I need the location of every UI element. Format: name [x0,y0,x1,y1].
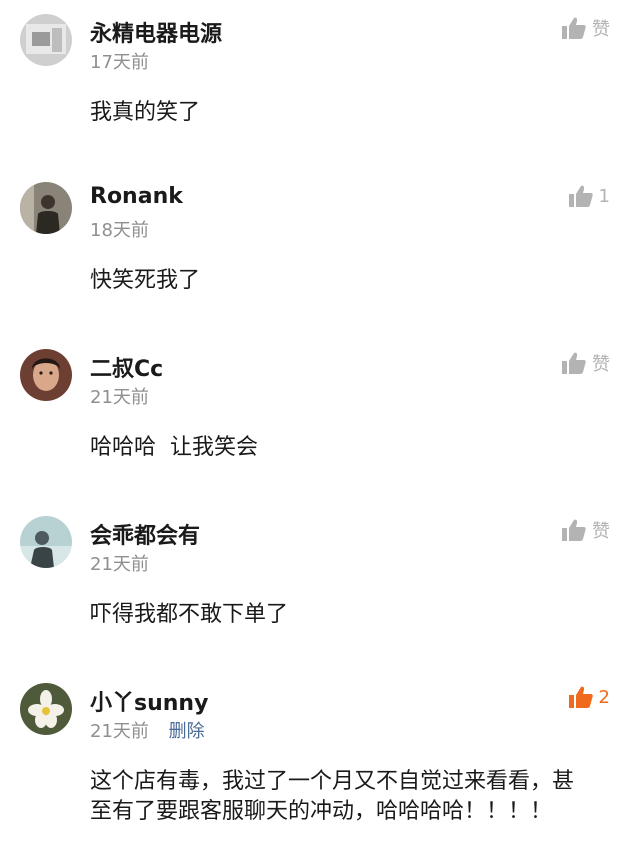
like-button[interactable]: 2 [568,683,610,711]
timestamp: 17天前 [90,52,149,73]
like-count: 赞 [592,354,610,375]
thumbs-up-icon [562,352,586,374]
like-button[interactable]: 赞 [562,349,610,377]
comment-text: 快笑死我了 [90,268,201,293]
avatar[interactable] [20,14,72,66]
thumbs-up-icon [562,17,586,39]
like-count: 1 [598,185,610,207]
comment-text: 哈哈哈 让我笑会 [90,435,258,460]
timestamp: 21天前 [90,554,149,575]
like-count: 2 [598,686,610,708]
comment-meta: 21天前 [90,550,149,576]
thumbs-up-icon [562,519,586,541]
timestamp: 18天前 [90,220,149,241]
thumbs-up-icon [568,686,593,708]
username[interactable]: 小丫sunny [90,685,208,717]
comment-text: 这个店有毒，我过了一个月又不自觉过来看看，甚至有了要跟客服聊天的冲动，哈哈哈哈！… [90,769,575,824]
thumbs-up-icon [568,185,593,207]
avatar[interactable] [20,683,72,735]
comment-text: 我真的笑了 [90,100,201,125]
comment-meta: 21天前 删除 [90,717,205,743]
like-button[interactable]: 赞 [562,14,610,42]
username[interactable]: 会乖都会有 [90,518,200,550]
timestamp: 21天前 [90,721,149,742]
avatar[interactable] [20,516,72,568]
like-count: 赞 [592,521,610,542]
comment-text: 吓得我都不敢下单了 [90,602,289,627]
like-count: 赞 [592,19,610,40]
timestamp: 21天前 [90,387,149,408]
avatar[interactable] [20,349,72,401]
username[interactable]: 永精电器电源 [90,16,222,48]
username[interactable]: 二叔Cc [90,351,163,383]
comment-meta: 18天前 [90,216,149,242]
comment-meta: 21天前 [90,383,149,409]
delete-link[interactable]: 删除 [169,721,205,742]
username[interactable]: Ronank [90,184,183,209]
comment-meta: 17天前 [90,48,149,74]
like-button[interactable]: 赞 [562,516,610,544]
avatar[interactable] [20,182,72,234]
like-button[interactable]: 1 [568,182,610,210]
